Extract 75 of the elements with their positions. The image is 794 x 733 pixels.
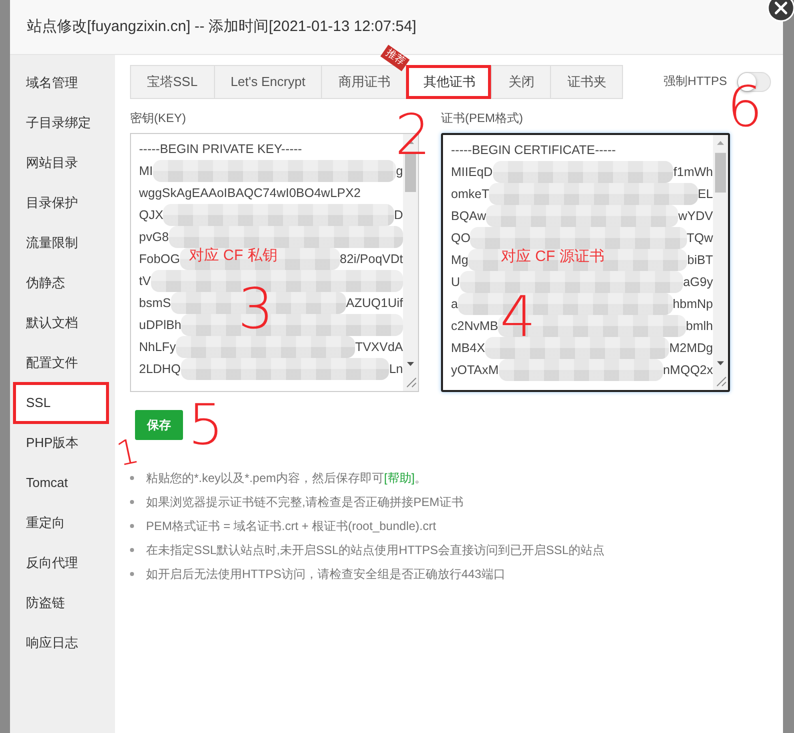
toggle-label: 强制HTTPS: [664, 73, 727, 90]
tab[interactable]: 关闭: [491, 65, 550, 99]
text-line-start: NhLFy: [139, 339, 176, 356]
tab[interactable]: Let's Encrypt: [214, 65, 322, 99]
text-line-end: hbmNp: [672, 296, 713, 313]
sidebar-item[interactable]: SSL: [14, 383, 108, 423]
text-line-start: omkeT: [451, 186, 490, 203]
text-line-start: tV: [139, 273, 151, 290]
sidebar-item[interactable]: PHP版本: [10, 423, 115, 463]
text-line-end: biBT: [687, 252, 713, 269]
text-line-end: nMQQ2x: [662, 362, 713, 379]
text-line-end: Ln: [389, 361, 403, 378]
annotation-text: 对应 CF 源证书: [501, 247, 604, 266]
text-line-end: f1mWh: [673, 164, 713, 181]
close-icon[interactable]: [767, 0, 794, 22]
text-line-start: Mg: [451, 252, 468, 269]
sidebar-item[interactable]: 流量限制: [10, 223, 115, 263]
sidebar-item[interactable]: 网站目录: [10, 143, 115, 183]
text-line-end: wYDV: [678, 208, 713, 225]
text-line-start: c2NvMB: [451, 318, 498, 335]
sidebar-item[interactable]: 重定向: [10, 503, 115, 543]
text-line-end: TVXVdA: [355, 339, 403, 356]
tip-text: 如开启后无法使用HTTPS访问，请检查安全组是否正确放行443端口: [146, 566, 506, 582]
text-line-start: FobOG: [139, 251, 180, 268]
text-line-start: -----BEGIN PRIVATE KEY-----: [139, 141, 302, 158]
text-line-start: QJX: [139, 207, 164, 224]
sidebar-item[interactable]: 反向代理: [10, 543, 115, 583]
text-line-start: BQAw: [451, 208, 486, 225]
text-line-start: MI: [139, 163, 153, 180]
text-line-start: U: [451, 274, 460, 291]
text-line-end: AZUQ1Uif: [346, 295, 403, 312]
sidebar-item[interactable]: 域名管理: [10, 63, 115, 103]
sidebar-item[interactable]: 伪静态: [10, 263, 115, 303]
text-line-end: g: [396, 163, 403, 180]
sidebar-item[interactable]: Tomcat: [10, 463, 115, 503]
text-line-start: MIIEqD: [451, 164, 493, 181]
sidebar-item[interactable]: 防盗链: [10, 583, 115, 623]
text-line-start: a: [451, 296, 458, 313]
sidebar-item[interactable]: 目录保护: [10, 183, 115, 223]
text-line-start: 2LDHQ: [139, 361, 181, 378]
tab[interactable]: 其他证书: [406, 65, 492, 99]
text-line-end: 82i/PoqVDt: [340, 251, 403, 268]
text-line-start: QO: [451, 230, 470, 247]
text-line-end: EL: [698, 186, 713, 203]
sidebar-item[interactable]: 配置文件: [10, 343, 115, 383]
text-line-start: yOTAxM: [451, 362, 499, 379]
tip-text: 在未指定SSL默认站点时,未开启SSL的站点使用HTTPS会直接访问到已开启SSL的站点: [146, 542, 605, 558]
field-label: 密钥(KEY): [130, 110, 186, 127]
text-line-start: pvG8: [139, 229, 169, 246]
annotation-mark: 4: [500, 290, 536, 346]
field-label: 证书(PEM格式): [441, 110, 523, 127]
text-line-end: aG9y: [683, 274, 713, 291]
window-title: 站点修改[fuyangzixin.cn] -- 添加时间[2021-01-13 12:07:54]: [27, 17, 416, 37]
sidebar-item[interactable]: 响应日志: [10, 623, 115, 663]
tab[interactable]: 商用证书: [321, 65, 406, 99]
annotation-text: 对应 CF 私钥: [189, 246, 278, 265]
text-line-start: uDPlBh: [139, 317, 182, 334]
tab[interactable]: 宝塔SSL: [130, 65, 214, 99]
text-line-end: D: [394, 207, 403, 224]
text-line-end: M2MDg: [669, 340, 713, 357]
text-line-start: -----BEGIN CERTIFICATE-----: [451, 142, 616, 159]
text-line-end: bmlh: [686, 318, 713, 335]
text-line-start: bsmS: [139, 295, 171, 312]
tip-text: PEM格式证书 = 域名证书.crt + 根证书(root_bundle).crt: [146, 518, 436, 534]
tip-text: 粘贴您的*.key以及*.pem内容，然后保存即可[帮助]。: [146, 470, 427, 486]
annotation-mark: 3: [238, 282, 274, 338]
sidebar-item[interactable]: 子目录绑定: [10, 103, 115, 143]
text-line-start: MB4X: [451, 340, 486, 357]
annotation-mark: 6: [727, 80, 763, 136]
tab[interactable]: 证书夹: [550, 65, 624, 99]
sidebar-item[interactable]: 默认文档: [10, 303, 115, 343]
annotation-mark: 5: [188, 398, 224, 454]
text-line-end: TQw: [686, 230, 713, 247]
text-line-start: wggSkAgEAAoIBAQC74wI0BO4wLPX2: [139, 185, 361, 202]
tip-text: 如果浏览器提示证书链不完整,请检查是否正确拼接PEM证书: [146, 494, 464, 510]
